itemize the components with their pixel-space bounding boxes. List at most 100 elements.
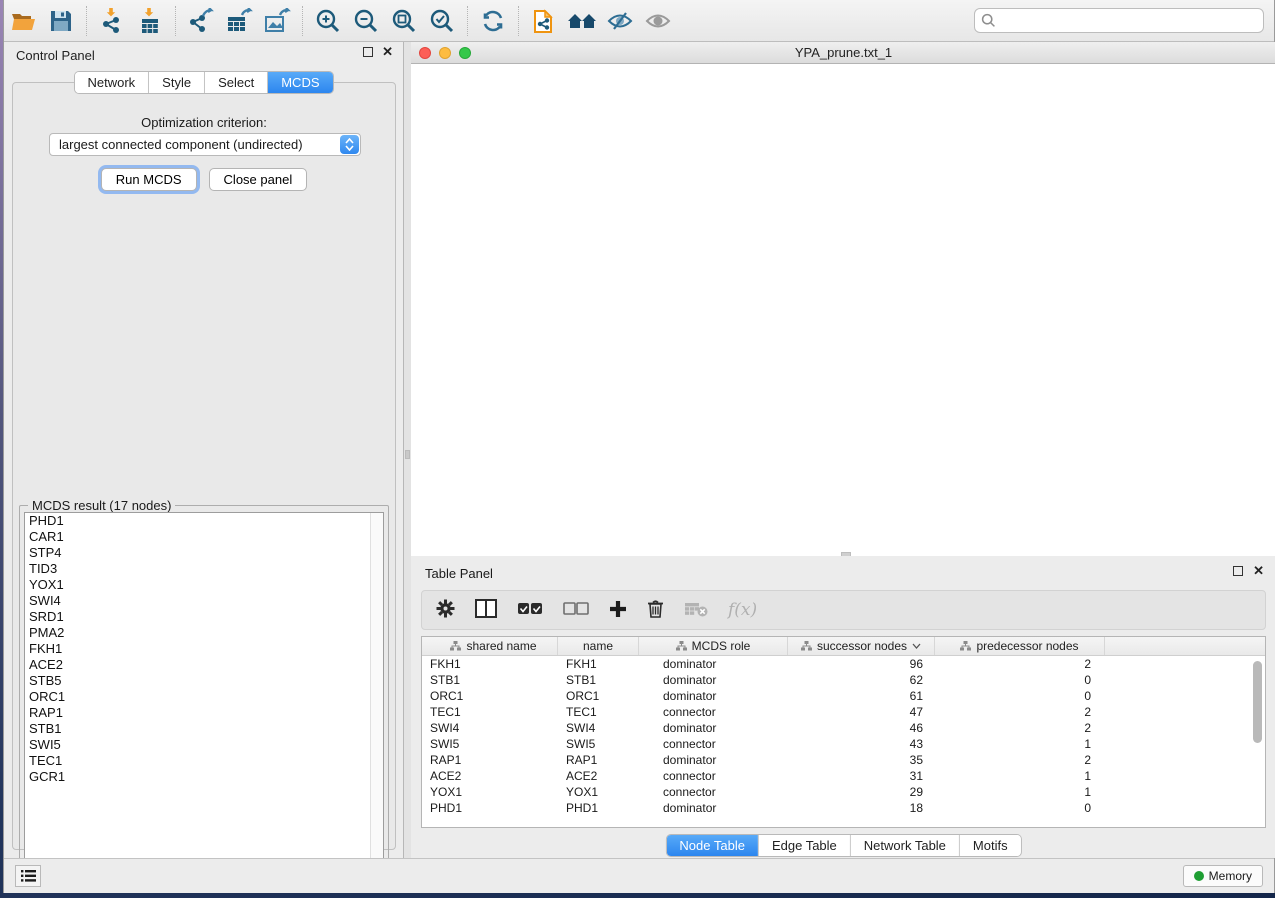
table-row[interactable]: ACE2ACE2connector311 xyxy=(422,768,1265,784)
table-cell: 31 xyxy=(788,769,935,783)
tab-edge-table[interactable]: Edge Table xyxy=(759,835,851,856)
table-row[interactable]: RAP1RAP1dominator352 xyxy=(422,752,1265,768)
mcds-result-item[interactable]: PMA2 xyxy=(25,625,383,641)
mcds-result-item[interactable]: YOX1 xyxy=(25,577,383,593)
table-cell: 35 xyxy=(788,753,935,767)
import-network-icon[interactable] xyxy=(95,4,129,38)
status-bar: Memory xyxy=(4,858,1274,893)
table-cell: SWI5 xyxy=(422,737,558,751)
mcds-result-item[interactable]: GCR1 xyxy=(25,769,383,785)
mcds-result-item[interactable]: STB5 xyxy=(25,673,383,689)
scrollbar-track[interactable] xyxy=(370,513,383,871)
eye-icon[interactable] xyxy=(641,4,675,38)
table-row[interactable]: PHD1PHD1dominator180 xyxy=(422,800,1265,816)
table-cell: FKH1 xyxy=(558,657,639,671)
mcds-result-item[interactable]: RAP1 xyxy=(25,705,383,721)
table-row[interactable]: SWI4SWI4dominator462 xyxy=(422,720,1265,736)
mcds-result-item[interactable]: CAR1 xyxy=(25,529,383,545)
optimization-criterion-select[interactable]: largest connected component (undirected) xyxy=(49,133,361,156)
column-header-predecessor-nodes[interactable]: predecessor nodes xyxy=(935,637,1105,655)
control-panel: Control Panel ✕ Network Style Select MCD… xyxy=(4,42,404,858)
export-network-icon[interactable] xyxy=(184,4,218,38)
mcds-result-item[interactable]: SWI4 xyxy=(25,593,383,609)
mcds-result-item[interactable]: TID3 xyxy=(25,561,383,577)
mcds-result-item[interactable]: STB1 xyxy=(25,721,383,737)
delete-table-icon[interactable] xyxy=(684,601,708,620)
run-mcds-button[interactable]: Run MCDS xyxy=(101,168,197,191)
mcds-result-item[interactable]: ORC1 xyxy=(25,689,383,705)
table-row[interactable]: STB1STB1dominator620 xyxy=(422,672,1265,688)
zoom-out-icon[interactable] xyxy=(349,4,383,38)
table-row[interactable]: ORC1ORC1dominator610 xyxy=(422,688,1265,704)
export-table-icon[interactable] xyxy=(222,4,256,38)
application-window: Control Panel ✕ Network Style Select MCD… xyxy=(3,0,1275,893)
table-cell: 29 xyxy=(788,785,935,799)
tab-network-table[interactable]: Network Table xyxy=(851,835,960,856)
mcds-result-item[interactable]: STP4 xyxy=(25,545,383,561)
tab-network[interactable]: Network xyxy=(74,72,149,93)
function-icon[interactable]: f(x) xyxy=(728,600,757,620)
table-cell: TEC1 xyxy=(422,705,558,719)
mcds-result-item[interactable]: SWI5 xyxy=(25,737,383,753)
float-panel-icon[interactable] xyxy=(1233,566,1243,576)
column-header-mcds-role[interactable]: MCDS role xyxy=(639,637,788,655)
houses-icon[interactable] xyxy=(565,4,599,38)
mcds-result-item[interactable]: SRD1 xyxy=(25,609,383,625)
close-panel-icon[interactable]: ✕ xyxy=(1253,566,1264,576)
mcds-result-item[interactable]: TEC1 xyxy=(25,753,383,769)
zoom-in-icon[interactable] xyxy=(311,4,345,38)
tab-style[interactable]: Style xyxy=(149,72,205,93)
ndex-document-icon[interactable] xyxy=(527,4,561,38)
tab-node-table[interactable]: Node Table xyxy=(666,835,759,856)
split-handle[interactable] xyxy=(405,450,410,459)
column-header-name[interactable]: name xyxy=(558,637,639,655)
table-cell: RAP1 xyxy=(422,753,558,767)
add-icon[interactable] xyxy=(609,600,627,621)
table-scrollbar[interactable] xyxy=(1253,661,1263,825)
list-icon xyxy=(21,870,36,882)
mcds-tab-content: Optimization criterion: largest connecte… xyxy=(12,82,396,850)
export-image-icon[interactable] xyxy=(260,4,294,38)
table-row[interactable]: TEC1TEC1connector472 xyxy=(422,704,1265,720)
search-input[interactable] xyxy=(1001,14,1257,28)
import-table-icon[interactable] xyxy=(133,4,167,38)
tab-motifs[interactable]: Motifs xyxy=(960,835,1021,856)
mcds-result-item[interactable]: ACE2 xyxy=(25,657,383,673)
search-field[interactable] xyxy=(974,8,1264,33)
table-row[interactable]: SWI5SWI5connector431 xyxy=(422,736,1265,752)
vertical-split-divider[interactable] xyxy=(404,42,411,858)
column-header-shared-name[interactable]: shared name xyxy=(422,637,558,655)
select-all-icon[interactable] xyxy=(517,602,543,619)
deselect-all-icon[interactable] xyxy=(563,602,589,619)
open-session-icon[interactable] xyxy=(6,4,40,38)
scrollbar-thumb[interactable] xyxy=(1253,661,1262,743)
save-session-icon[interactable] xyxy=(44,4,78,38)
tab-mcds[interactable]: MCDS xyxy=(268,72,332,93)
mcds-result-list[interactable]: PHD1CAR1STP4TID3YOX1SWI4SRD1PMA2FKH1ACE2… xyxy=(24,512,384,872)
table-cell: 2 xyxy=(935,753,1105,767)
toolbar-separator xyxy=(302,6,303,36)
column-header-successor-nodes[interactable]: successor nodes xyxy=(788,637,935,655)
network-canvas[interactable] xyxy=(411,64,1275,556)
table-cell: ORC1 xyxy=(422,689,558,703)
columns-icon[interactable] xyxy=(475,599,497,621)
close-panel-icon[interactable]: ✕ xyxy=(382,47,393,57)
gear-icon[interactable] xyxy=(436,599,455,621)
zoom-selected-icon[interactable] xyxy=(425,4,459,38)
eye-slash-icon[interactable] xyxy=(603,4,637,38)
zoom-fit-icon[interactable] xyxy=(387,4,421,38)
table-cell: 62 xyxy=(788,673,935,687)
delete-icon[interactable] xyxy=(647,599,664,621)
task-history-button[interactable] xyxy=(15,865,41,887)
memory-button[interactable]: Memory xyxy=(1183,865,1263,887)
close-panel-button[interactable]: Close panel xyxy=(209,168,308,191)
mcds-result-item[interactable]: PHD1 xyxy=(25,513,383,529)
table-cell: 61 xyxy=(788,689,935,703)
table-row[interactable]: FKH1FKH1dominator962 xyxy=(422,656,1265,672)
table-row[interactable]: YOX1YOX1connector291 xyxy=(422,784,1265,800)
float-panel-icon[interactable] xyxy=(363,47,373,57)
tab-select[interactable]: Select xyxy=(205,72,268,93)
network-view-titlebar: YPA_prune.txt_1 xyxy=(411,42,1275,64)
mcds-result-item[interactable]: FKH1 xyxy=(25,641,383,657)
refresh-icon[interactable] xyxy=(476,4,510,38)
